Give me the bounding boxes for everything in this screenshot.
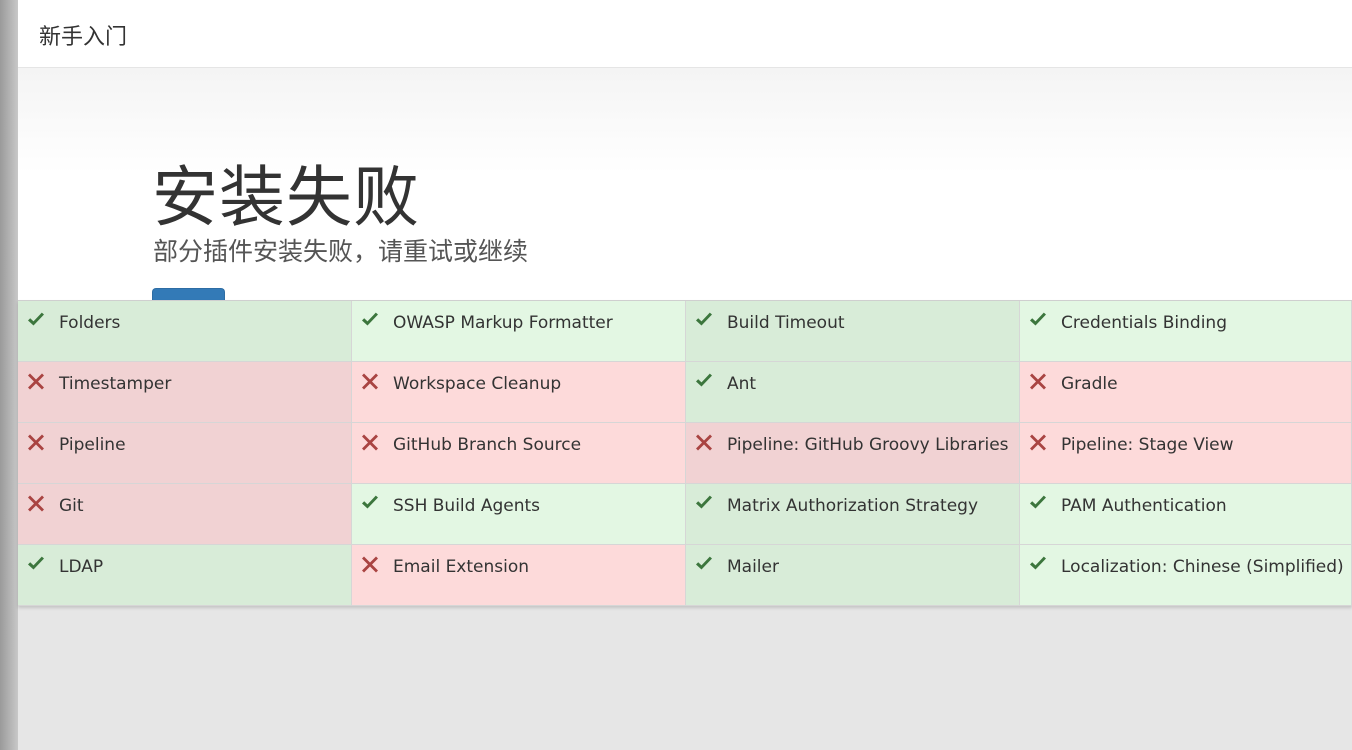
- plugin-item: Workspace Cleanup: [352, 362, 686, 423]
- plugin-name: Pipeline: [59, 435, 126, 455]
- cross-icon: [360, 432, 380, 452]
- check-icon: [1028, 493, 1048, 513]
- plugin-name: Gradle: [1061, 374, 1118, 394]
- plugin-item: Git: [18, 484, 352, 545]
- plugin-item: Gradle: [1020, 362, 1352, 423]
- cross-icon: [360, 371, 380, 391]
- plugin-name: Email Extension: [393, 557, 530, 577]
- plugin-name: Build Timeout: [727, 313, 845, 333]
- plugin-name: Pipeline: GitHub Groovy Libraries: [727, 435, 1009, 455]
- plugin-name: Credentials Binding: [1061, 313, 1227, 333]
- plugin-name: SSH Build Agents: [393, 496, 541, 516]
- plugin-item: Build Timeout: [686, 301, 1020, 362]
- plugin-status-grid: Folders OWASP Markup Formatter Build Timeo…: [18, 300, 1352, 606]
- plugin-name: OWASP Markup Formatter: [393, 313, 613, 333]
- plugin-item: OWASP Markup Formatter: [352, 301, 686, 362]
- check-icon: [694, 371, 714, 391]
- plugin-name: Timestamper: [59, 374, 172, 394]
- plugin-item: Folders: [18, 301, 352, 362]
- background-page-edge: [0, 0, 18, 750]
- cross-icon: [694, 432, 714, 452]
- cross-icon: [1028, 371, 1048, 391]
- plugin-item: Ant: [686, 362, 1020, 423]
- plugin-name: Git: [59, 496, 84, 516]
- plugin-name: Localization: Chinese (Simplified): [1061, 557, 1344, 577]
- check-icon: [694, 310, 714, 330]
- plugin-name: Matrix Authorization Strategy: [727, 496, 979, 516]
- plugin-item: LDAP: [18, 545, 352, 606]
- plugin-item: SSH Build Agents: [352, 484, 686, 545]
- cross-icon: [360, 554, 380, 574]
- plugin-name: PAM Authentication: [1061, 496, 1227, 516]
- cross-icon: [26, 371, 46, 391]
- plugin-item: Mailer: [686, 545, 1020, 606]
- check-icon: [694, 493, 714, 513]
- plugin-name: GitHub Branch Source: [393, 435, 582, 455]
- check-icon: [360, 310, 380, 330]
- page-title: 安装失败: [152, 159, 420, 236]
- page-subtitle: 部分插件安装失败，请重试或继续: [153, 237, 529, 266]
- plugin-name: LDAP: [59, 557, 104, 577]
- dialog-header: 新手入门: [18, 0, 1352, 68]
- plugin-item: Localization: Chinese (Simplified): [1020, 545, 1352, 606]
- check-icon: [26, 554, 46, 574]
- plugin-item: Matrix Authorization Strategy: [686, 484, 1020, 545]
- plugin-item: Email Extension: [352, 545, 686, 606]
- jumbotron: 安装失败 部分插件安装失败，请重试或继续: [18, 68, 1352, 302]
- plugin-name: Pipeline: Stage View: [1061, 435, 1234, 455]
- plugin-name: Ant: [727, 374, 757, 394]
- plugin-item: Timestamper: [18, 362, 352, 423]
- plugin-item: PAM Authentication: [1020, 484, 1352, 545]
- plugin-name: Folders: [59, 313, 121, 333]
- check-icon: [1028, 310, 1048, 330]
- cross-icon: [26, 493, 46, 513]
- setup-wizard-dialog: 新手入门 安装失败 部分插件安装失败，请重试或继续 Folders OWASP M…: [18, 0, 1352, 750]
- check-icon: [694, 554, 714, 574]
- plugin-item: Pipeline: Stage View: [1020, 423, 1352, 484]
- dialog-title: 新手入门: [39, 25, 128, 50]
- plugin-item: Pipeline: [18, 423, 352, 484]
- cross-icon: [26, 432, 46, 452]
- plugin-name: Workspace Cleanup: [393, 374, 562, 394]
- check-icon: [1028, 554, 1048, 574]
- cross-icon: [1028, 432, 1048, 452]
- plugin-item: Credentials Binding: [1020, 301, 1352, 362]
- plugin-item: GitHub Branch Source: [352, 423, 686, 484]
- plugin-item: Pipeline: GitHub Groovy Libraries: [686, 423, 1020, 484]
- check-icon: [360, 493, 380, 513]
- check-icon: [26, 310, 46, 330]
- plugin-name: Mailer: [727, 557, 779, 577]
